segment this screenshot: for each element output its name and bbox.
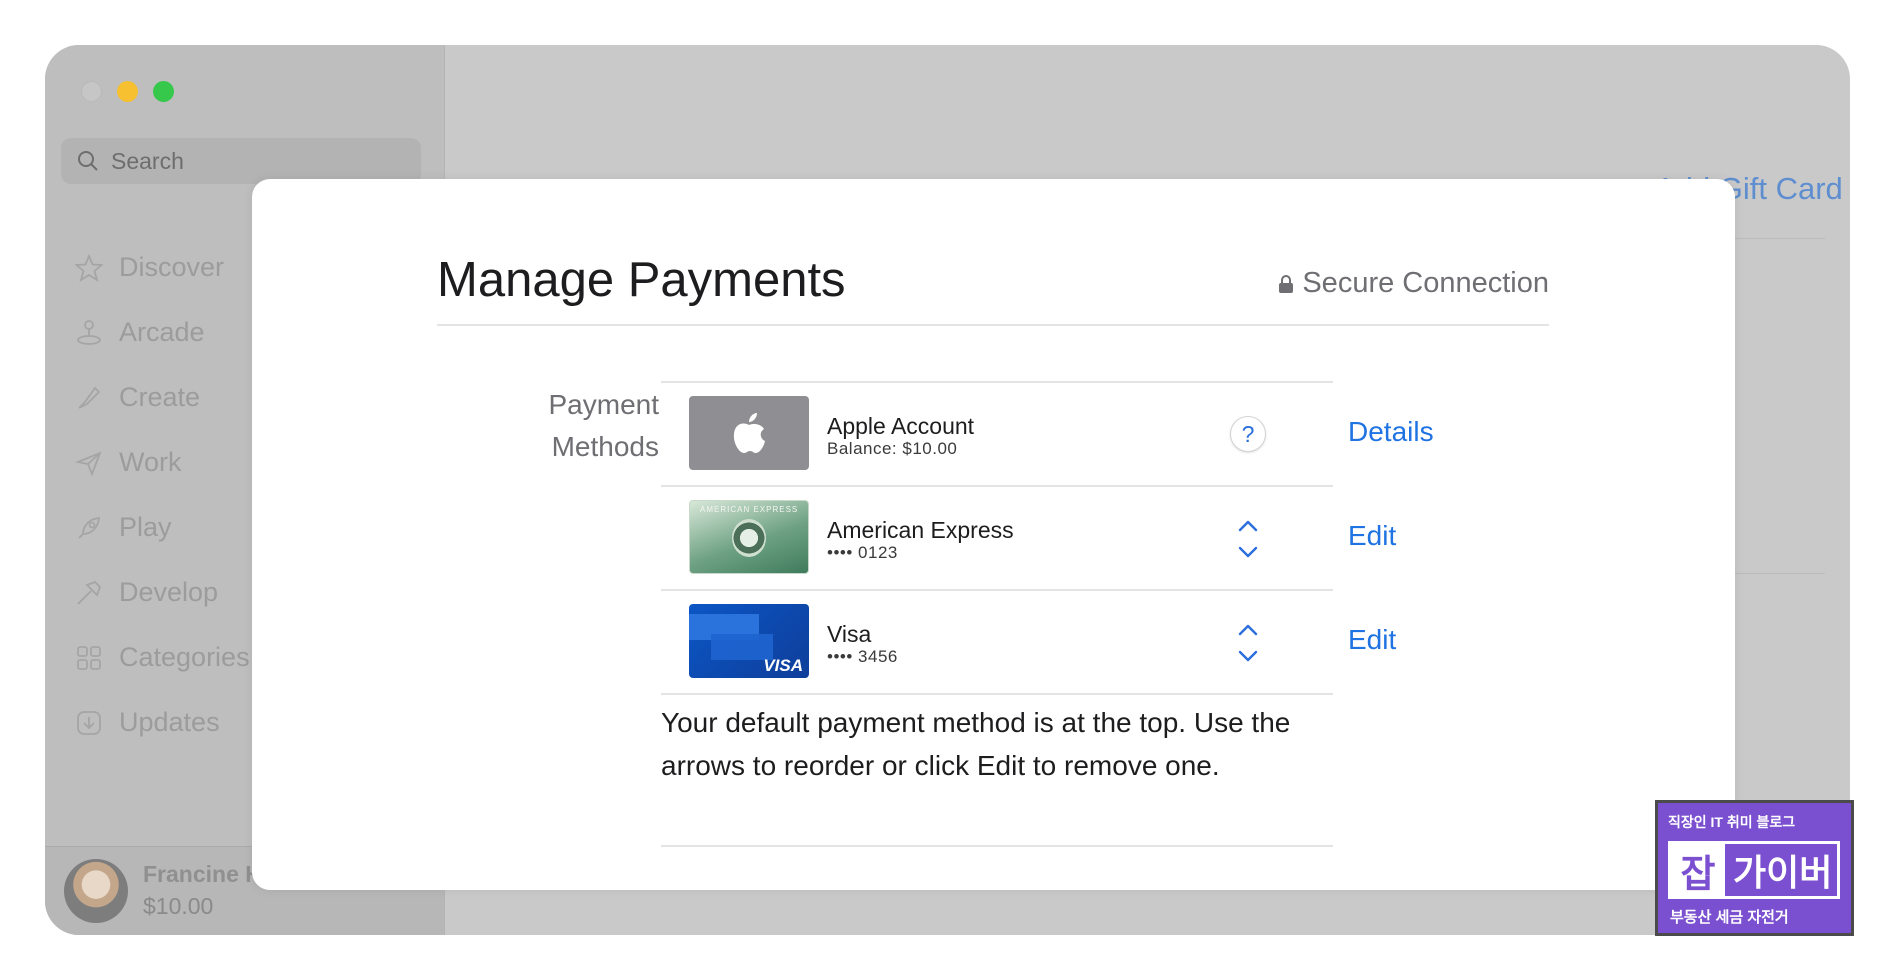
- payment-method-detail: •••• 0123: [827, 543, 898, 562]
- sidebar-item-develop[interactable]: Develop: [73, 560, 250, 625]
- search-field[interactable]: Search: [61, 138, 421, 184]
- reorder-arrows[interactable]: [1231, 621, 1265, 665]
- watermark-top-text: 직장인 IT 취미 블로그: [1668, 814, 1796, 830]
- sidebar-item-label: Create: [119, 382, 201, 412]
- edit-link[interactable]: Edit: [1348, 520, 1396, 552]
- sidebar-item-label: Play: [119, 512, 172, 542]
- minimize-window-button[interactable]: [117, 81, 138, 102]
- search-label: Search: [111, 147, 184, 174]
- watermark-logo: 잡 가이버: [1668, 841, 1840, 899]
- divider: [661, 845, 1333, 847]
- rocket-icon: [73, 512, 105, 544]
- american-express-card-image: AMERICAN EXPRESS: [689, 500, 809, 574]
- sidebar-item-create[interactable]: Create: [73, 365, 250, 430]
- move-up-icon[interactable]: [1238, 624, 1258, 636]
- payment-method-detail: Balance: $10.00: [827, 439, 958, 458]
- payment-method-row: AMERICAN EXPRESS American Express •••• 0…: [661, 485, 1396, 589]
- secure-connection-indicator: Secure Connection: [1278, 267, 1549, 300]
- sidebar-item-work[interactable]: Work: [73, 430, 250, 495]
- manage-payments-dialog: Manage Payments Secure Connection Paymen…: [252, 179, 1735, 890]
- sidebar-item-label: Updates: [119, 707, 220, 737]
- sidebar-item-label: Work: [119, 447, 182, 477]
- sidebar-item-play[interactable]: Play: [73, 495, 250, 560]
- secure-connection-label: Secure Connection: [1302, 267, 1549, 299]
- visa-card-image: VISA: [689, 604, 809, 678]
- watermark-bottom-text: 부동산 세금 자전거: [1670, 909, 1789, 926]
- star-icon: [73, 252, 105, 284]
- payment-method-row: Apple Account Balance: $10.00 ? Details: [661, 381, 1434, 485]
- centurion-icon: [732, 519, 766, 557]
- help-button[interactable]: ?: [1230, 416, 1266, 452]
- sidebar-item-label: Develop: [119, 577, 219, 607]
- sidebar-item-arcade[interactable]: Arcade: [73, 300, 250, 365]
- hammer-icon: [73, 577, 105, 609]
- blog-watermark-badge: 직장인 IT 취미 블로그 잡 가이버 부동산 세금 자전거: [1655, 800, 1854, 936]
- card-brand-text: AMERICAN EXPRESS: [700, 505, 799, 514]
- user-balance: $10.00: [143, 893, 214, 919]
- divider: [437, 324, 1549, 326]
- payment-methods-label: Payment Methods: [548, 389, 660, 462]
- payment-method-row: VISA Visa •••• 3456 Edit: [661, 589, 1396, 695]
- sidebar-item-label: Arcade: [119, 317, 205, 347]
- sidebar-item-label: Categories: [119, 642, 250, 672]
- move-down-icon[interactable]: [1238, 650, 1258, 662]
- edit-link[interactable]: Edit: [1348, 624, 1396, 656]
- app-store-window: Search Discover Arcade Create Work Play …: [45, 45, 1850, 935]
- sidebar-item-categories[interactable]: Categories: [73, 625, 250, 690]
- brush-icon: [73, 382, 105, 414]
- sidebar-nav: Discover Arcade Create Work Play Develop…: [73, 235, 250, 755]
- dialog-title: Manage Payments: [437, 253, 846, 307]
- details-link[interactable]: Details: [1348, 416, 1434, 448]
- reorder-arrows[interactable]: [1231, 517, 1265, 561]
- grid-icon: [73, 642, 105, 674]
- joystick-icon: [73, 317, 105, 349]
- close-window-button[interactable]: [81, 81, 102, 102]
- payment-method-name: American Express: [827, 517, 1014, 543]
- apple-logo-icon: [733, 413, 765, 453]
- zoom-window-button[interactable]: [153, 81, 174, 102]
- move-down-icon[interactable]: [1238, 546, 1258, 558]
- payment-method-name: Apple Account: [827, 413, 975, 439]
- paper-plane-icon: [73, 447, 105, 479]
- avatar: [64, 859, 128, 923]
- payment-method-name: Visa: [827, 621, 872, 647]
- reorder-instructions: Your default payment method is at the to…: [661, 707, 1291, 781]
- payment-method-detail: •••• 3456: [827, 647, 898, 666]
- sidebar-item-label: Discover: [119, 252, 225, 282]
- lock-icon: [1279, 274, 1294, 293]
- sidebar-item-updates[interactable]: Updates: [73, 690, 250, 755]
- search-icon: [78, 151, 98, 171]
- move-up-icon[interactable]: [1238, 520, 1258, 532]
- visa-logo: VISA: [763, 656, 803, 675]
- apple-account-card-image: [689, 396, 809, 470]
- download-icon: [73, 707, 105, 739]
- sidebar-item-discover[interactable]: Discover: [73, 235, 250, 300]
- watermark-left-text: 잡: [1671, 844, 1725, 896]
- watermark-right-text: 가이버: [1733, 852, 1833, 893]
- payment-methods-list: Apple Account Balance: $10.00 ? Details …: [661, 381, 1434, 695]
